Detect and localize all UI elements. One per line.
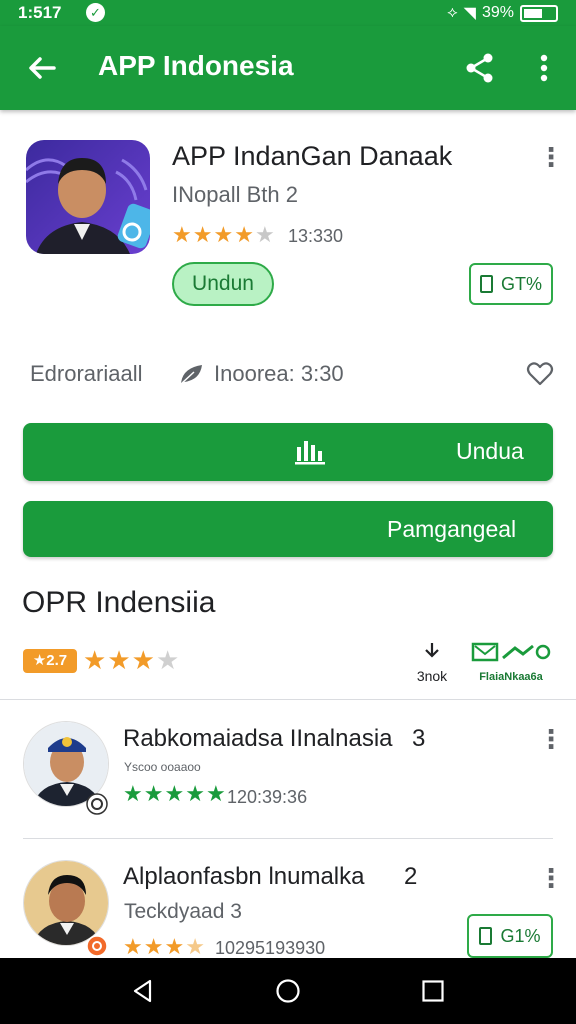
heart-icon[interactable] [526, 360, 554, 388]
battery-percent: 39% [481, 4, 514, 21]
app-name: APP IndanGan Danaak [172, 141, 453, 171]
secondary-button[interactable]: Pamgangeal [23, 501, 553, 557]
list-item-subtitle: Teckdyaad 3 [124, 900, 242, 923]
battery-icon [520, 4, 558, 22]
list-item-count: 120:39:36 [227, 787, 308, 807]
wifi-icon: ◥ [463, 5, 476, 22]
leaf-icon [180, 365, 202, 385]
region-label: Inoorea: 3:30 [214, 361, 344, 386]
app-rating-count: 13:330 [288, 226, 344, 246]
star-icon: ★ [164, 934, 185, 959]
nav-home-icon[interactable] [275, 978, 301, 1004]
star-icon: ★ [185, 781, 205, 806]
list-item-count: 10295193930 [215, 938, 326, 958]
chart-icon [295, 441, 325, 465]
star-icon: ★ [143, 934, 164, 959]
star-icon: ★ [213, 222, 234, 247]
verified-badge-icon [86, 793, 108, 815]
install-button[interactable]: Undua [23, 423, 553, 481]
share-icon[interactable] [462, 50, 498, 86]
star-icon: ★ [83, 645, 107, 675]
star-icon: ★ [123, 781, 143, 806]
star-icon: ★ [155, 645, 180, 675]
star-icon: ★ [123, 934, 143, 959]
section-title: OPR Indensiia [22, 586, 216, 619]
section-stat-trend: FlaiaNkaa6a [470, 642, 552, 683]
app-icon[interactable] [26, 140, 150, 254]
list-item-title[interactable]: Rabkomaiadsa IInalnasia [123, 725, 393, 753]
list-item-subtitle: Yscoo ooaaoo [124, 760, 201, 774]
app-more-icon[interactable]: ⋮ [538, 143, 564, 171]
phone-icon [479, 275, 493, 293]
more-vert-icon[interactable] [530, 50, 558, 86]
compat-chip[interactable]: GT% [469, 263, 553, 305]
section-rating-badge: ★2.7 [23, 649, 77, 673]
section-rating-stars: ★ ★ ★ ★ [83, 647, 179, 673]
star-icon: ★ [254, 222, 275, 247]
phone-icon [479, 927, 493, 945]
status-time: 1:517 [18, 3, 62, 22]
nav-recents-icon[interactable] [420, 978, 446, 1004]
status-right: ⟡ ◥ 39% [447, 3, 558, 23]
download-icon [425, 643, 439, 658]
vibrate-icon: ⟡ [447, 4, 458, 21]
star-icon: ★ [131, 645, 155, 675]
compat-chip-label: GT% [500, 273, 542, 294]
app-developer[interactable]: INopall Bth 2 [172, 182, 298, 208]
star-icon: ★ [143, 781, 164, 806]
section-divider [0, 699, 576, 700]
list-item-stars: ★ ★ ★ ★ ★ [123, 783, 226, 805]
section-stat2-value: FlaiaNkaa6a [479, 671, 543, 683]
list-item-title[interactable]: Alplaonfasbn lnumalka [123, 863, 365, 891]
star-icon: ★ [107, 645, 131, 675]
star-icon: ★ [234, 222, 254, 247]
app-bar-title: APP Indonesia [98, 50, 294, 81]
app-rating-stars: ★ ★ ★ ★ ★ [172, 224, 275, 246]
list-item-more-icon[interactable]: ⋮ [538, 725, 564, 753]
compat-chip[interactable]: G1% [467, 914, 553, 958]
compat-chip-label: G1% [500, 925, 541, 946]
star-icon: ★ [164, 781, 185, 806]
system-nav-bar [0, 958, 576, 1024]
status-bar: 1:517 ✓ ⟡ ◥ 39% [0, 0, 576, 26]
section-stat1-value: 3nok [416, 668, 448, 684]
back-arrow-icon[interactable] [24, 50, 60, 86]
list-item-title-suffix: 2 [404, 863, 418, 890]
list-item-title-suffix: 3 [412, 725, 426, 752]
app-bar: APP Indonesia [0, 26, 576, 110]
section-stat-downloads: 3nok [410, 642, 454, 684]
star-icon: ★ [205, 781, 226, 806]
badge-icon [86, 935, 108, 957]
avatar[interactable] [23, 860, 109, 946]
check-icon: ✓ [86, 3, 105, 22]
app-icon-art [26, 158, 150, 254]
star-icon: ★ [172, 222, 192, 247]
list-item-stars: ★ ★ ★ ★ [123, 936, 205, 958]
avatar-art [24, 861, 108, 945]
list-divider [23, 838, 553, 839]
secondary-button-label: Pamgangeal [387, 516, 517, 542]
install-pill-button[interactable]: Undun [172, 262, 274, 306]
star-icon: ★ [192, 222, 213, 247]
category-label: Edrorariaall [30, 361, 143, 386]
star-icon: ★ [185, 934, 205, 959]
trend-icon [471, 642, 551, 662]
list-item-more-icon[interactable]: ⋮ [538, 864, 564, 892]
nav-back-icon[interactable] [130, 978, 156, 1004]
install-button-label: Undua [456, 438, 524, 464]
